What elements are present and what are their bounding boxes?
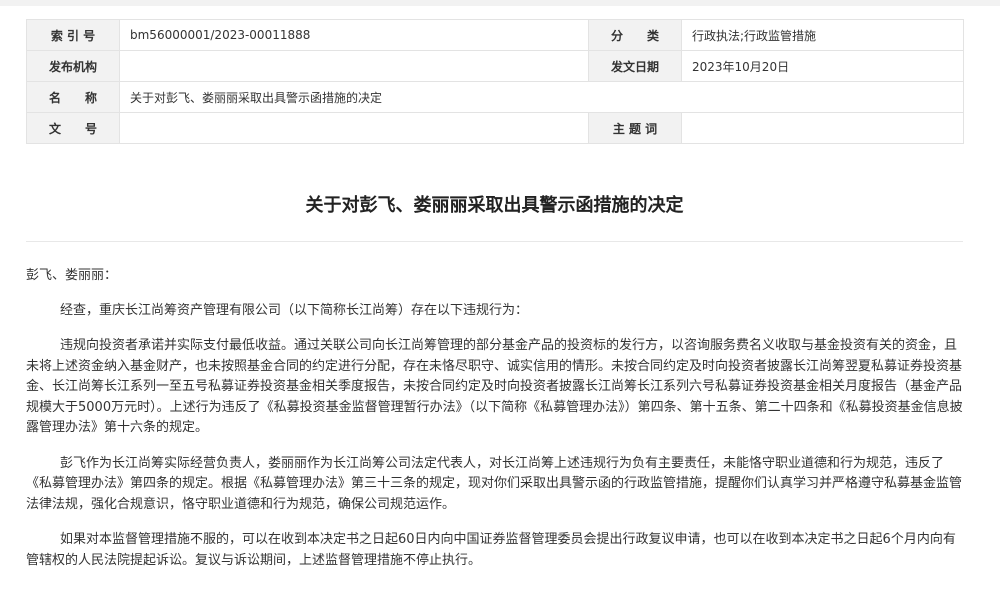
metadata-row: 发布机构 发文日期 2023年10月20日 xyxy=(26,50,964,82)
document-number-label: 文 号 xyxy=(26,112,120,144)
issuer-value xyxy=(119,50,589,82)
document-name-label: 名 称 xyxy=(26,81,120,113)
issuer-label: 发布机构 xyxy=(26,50,120,82)
salutation: 彭飞、娄丽丽： xyxy=(26,268,118,283)
category-label: 分 类 xyxy=(588,19,682,51)
metadata-row: 名 称 关于对彭飞、娄丽丽采取出具警示函措施的决定 xyxy=(26,81,964,113)
document-name-value: 关于对彭飞、娄丽丽采取出具警示函措施的决定 xyxy=(119,81,964,113)
metadata-row: 文 号 主 题 词 xyxy=(26,112,964,144)
title-divider xyxy=(26,241,963,242)
index-number-value: bm56000001/2023-00011888 xyxy=(119,19,589,51)
document-body: 彭飞、娄丽丽： 经查，重庆长江尚筹资产管理有限公司（以下简称长江尚筹）存在以下违… xyxy=(26,266,966,586)
body-paragraph: 彭飞作为长江尚筹实际经营负责人，娄丽丽作为长江尚筹公司法定代表人，对长江尚筹上述… xyxy=(26,455,963,512)
category-value: 行政执法;行政监管措施 xyxy=(681,19,964,51)
document-title: 关于对彭飞、娄丽丽采取出具警示函措施的决定 xyxy=(305,195,684,216)
document-metadata-table: 索 引 号 bm56000001/2023-00011888 分 类 行政执法;… xyxy=(26,19,964,144)
index-number-label: 索 引 号 xyxy=(26,19,120,51)
top-border xyxy=(0,0,1000,6)
body-paragraph: 如果对本监督管理措施不服的，可以在收到本决定书之日起60日内向中国证券监督管理委… xyxy=(26,532,956,568)
body-paragraph: 违规向投资者承诺并实际支付最低收益。通过关联公司向长江尚筹管理的部分基金产品的投… xyxy=(26,338,963,435)
keywords-label: 主 题 词 xyxy=(588,112,682,144)
issue-date-value: 2023年10月20日 xyxy=(681,50,964,82)
body-paragraph: 经查，重庆长江尚筹资产管理有限公司（以下简称长江尚筹）存在以下违规行为： xyxy=(60,302,529,318)
keywords-value xyxy=(681,112,964,144)
issue-date-label: 发文日期 xyxy=(588,50,682,82)
document-number-value xyxy=(119,112,589,144)
metadata-row: 索 引 号 bm56000001/2023-00011888 分 类 行政执法;… xyxy=(26,19,964,51)
